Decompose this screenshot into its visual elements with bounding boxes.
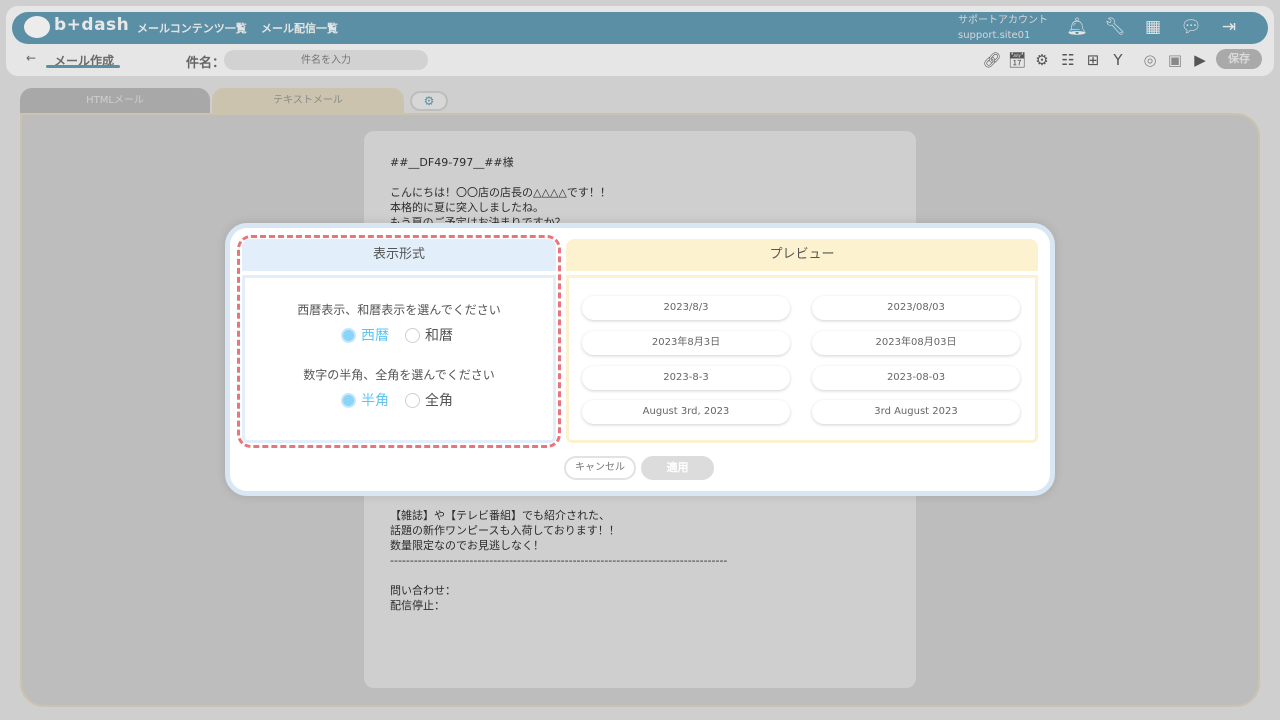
logo-text[interactable]: b+dash xyxy=(54,15,129,35)
title-underline xyxy=(46,65,120,68)
account-site: support.site01 xyxy=(958,30,1031,41)
database-icon[interactable]: ☷ xyxy=(1058,50,1078,70)
account-info[interactable]: サポートアカウント support.site01 xyxy=(958,13,1048,43)
play-icon[interactable]: ▶ xyxy=(1190,50,1210,70)
highlight-annotation xyxy=(237,235,561,448)
preview-option[interactable]: 3rd August 2023 xyxy=(812,400,1020,424)
preview-option[interactable]: 2023年8月3日 xyxy=(582,331,790,355)
preview-option[interactable]: 2023年08月03日 xyxy=(812,331,1020,355)
contact-icon[interactable]: ▣ xyxy=(1165,50,1185,70)
preview-option[interactable]: August 3rd, 2023 xyxy=(582,400,790,424)
nav-link-mail-delivery[interactable]: メール配信一覧 xyxy=(261,20,338,36)
save-button[interactable]: 保存 xyxy=(1216,49,1262,69)
mail-body-bottom[interactable]: 【雑誌】や【テレビ番組】でも紹介された、 話題の新作ワンピースも入荷しております… xyxy=(390,508,727,613)
subject-label: 件名： xyxy=(186,56,226,71)
add-document-icon[interactable]: ⊞ xyxy=(1083,50,1103,70)
back-arrow-icon[interactable]: ← xyxy=(26,51,36,65)
apply-button[interactable]: 適用 xyxy=(641,456,714,480)
subject-input[interactable] xyxy=(224,50,428,70)
wrench-icon[interactable]: 🔧︎ xyxy=(1104,16,1126,38)
mail-body-top[interactable]: ##__DF49-797__##様 こんにちは！〇〇店の店長の△△△△です！！ … xyxy=(390,155,611,230)
preview-panel-title: プレビュー xyxy=(566,239,1038,271)
settings-icon[interactable]: ⚙ xyxy=(1032,50,1052,70)
link-icon[interactable]: 🔗︎ xyxy=(982,50,1002,70)
preview-option[interactable]: 2023/8/3 xyxy=(582,296,790,320)
account-name: サポートアカウント xyxy=(958,15,1048,26)
merge-icon[interactable]: Y xyxy=(1108,50,1128,70)
calendar-icon[interactable]: 📅︎ xyxy=(1007,50,1027,70)
chat-icon[interactable]: 💬︎ xyxy=(1180,16,1202,38)
preview-option[interactable]: 2023/08/03 xyxy=(812,296,1020,320)
nav-link-mail-contents[interactable]: メールコンテンツ一覧 xyxy=(137,20,247,36)
bell-icon[interactable]: 🔔︎ xyxy=(1066,16,1088,38)
hide-icon[interactable]: ◎ xyxy=(1140,50,1160,70)
logout-icon[interactable]: ⇥ xyxy=(1218,16,1240,38)
cancel-button[interactable]: キャンセル xyxy=(564,456,636,480)
preview-option[interactable]: 2023-8-3 xyxy=(582,366,790,390)
tab-text-mail[interactable]: テキストメール xyxy=(212,88,404,114)
grid-icon[interactable]: ▦ xyxy=(1142,16,1164,38)
preview-option[interactable]: 2023-08-03 xyxy=(812,366,1020,390)
tab-html-mail[interactable]: HTMLメール xyxy=(20,88,210,114)
gear-icon[interactable]: ⚙ xyxy=(410,91,448,111)
logo-icon[interactable] xyxy=(24,16,50,38)
